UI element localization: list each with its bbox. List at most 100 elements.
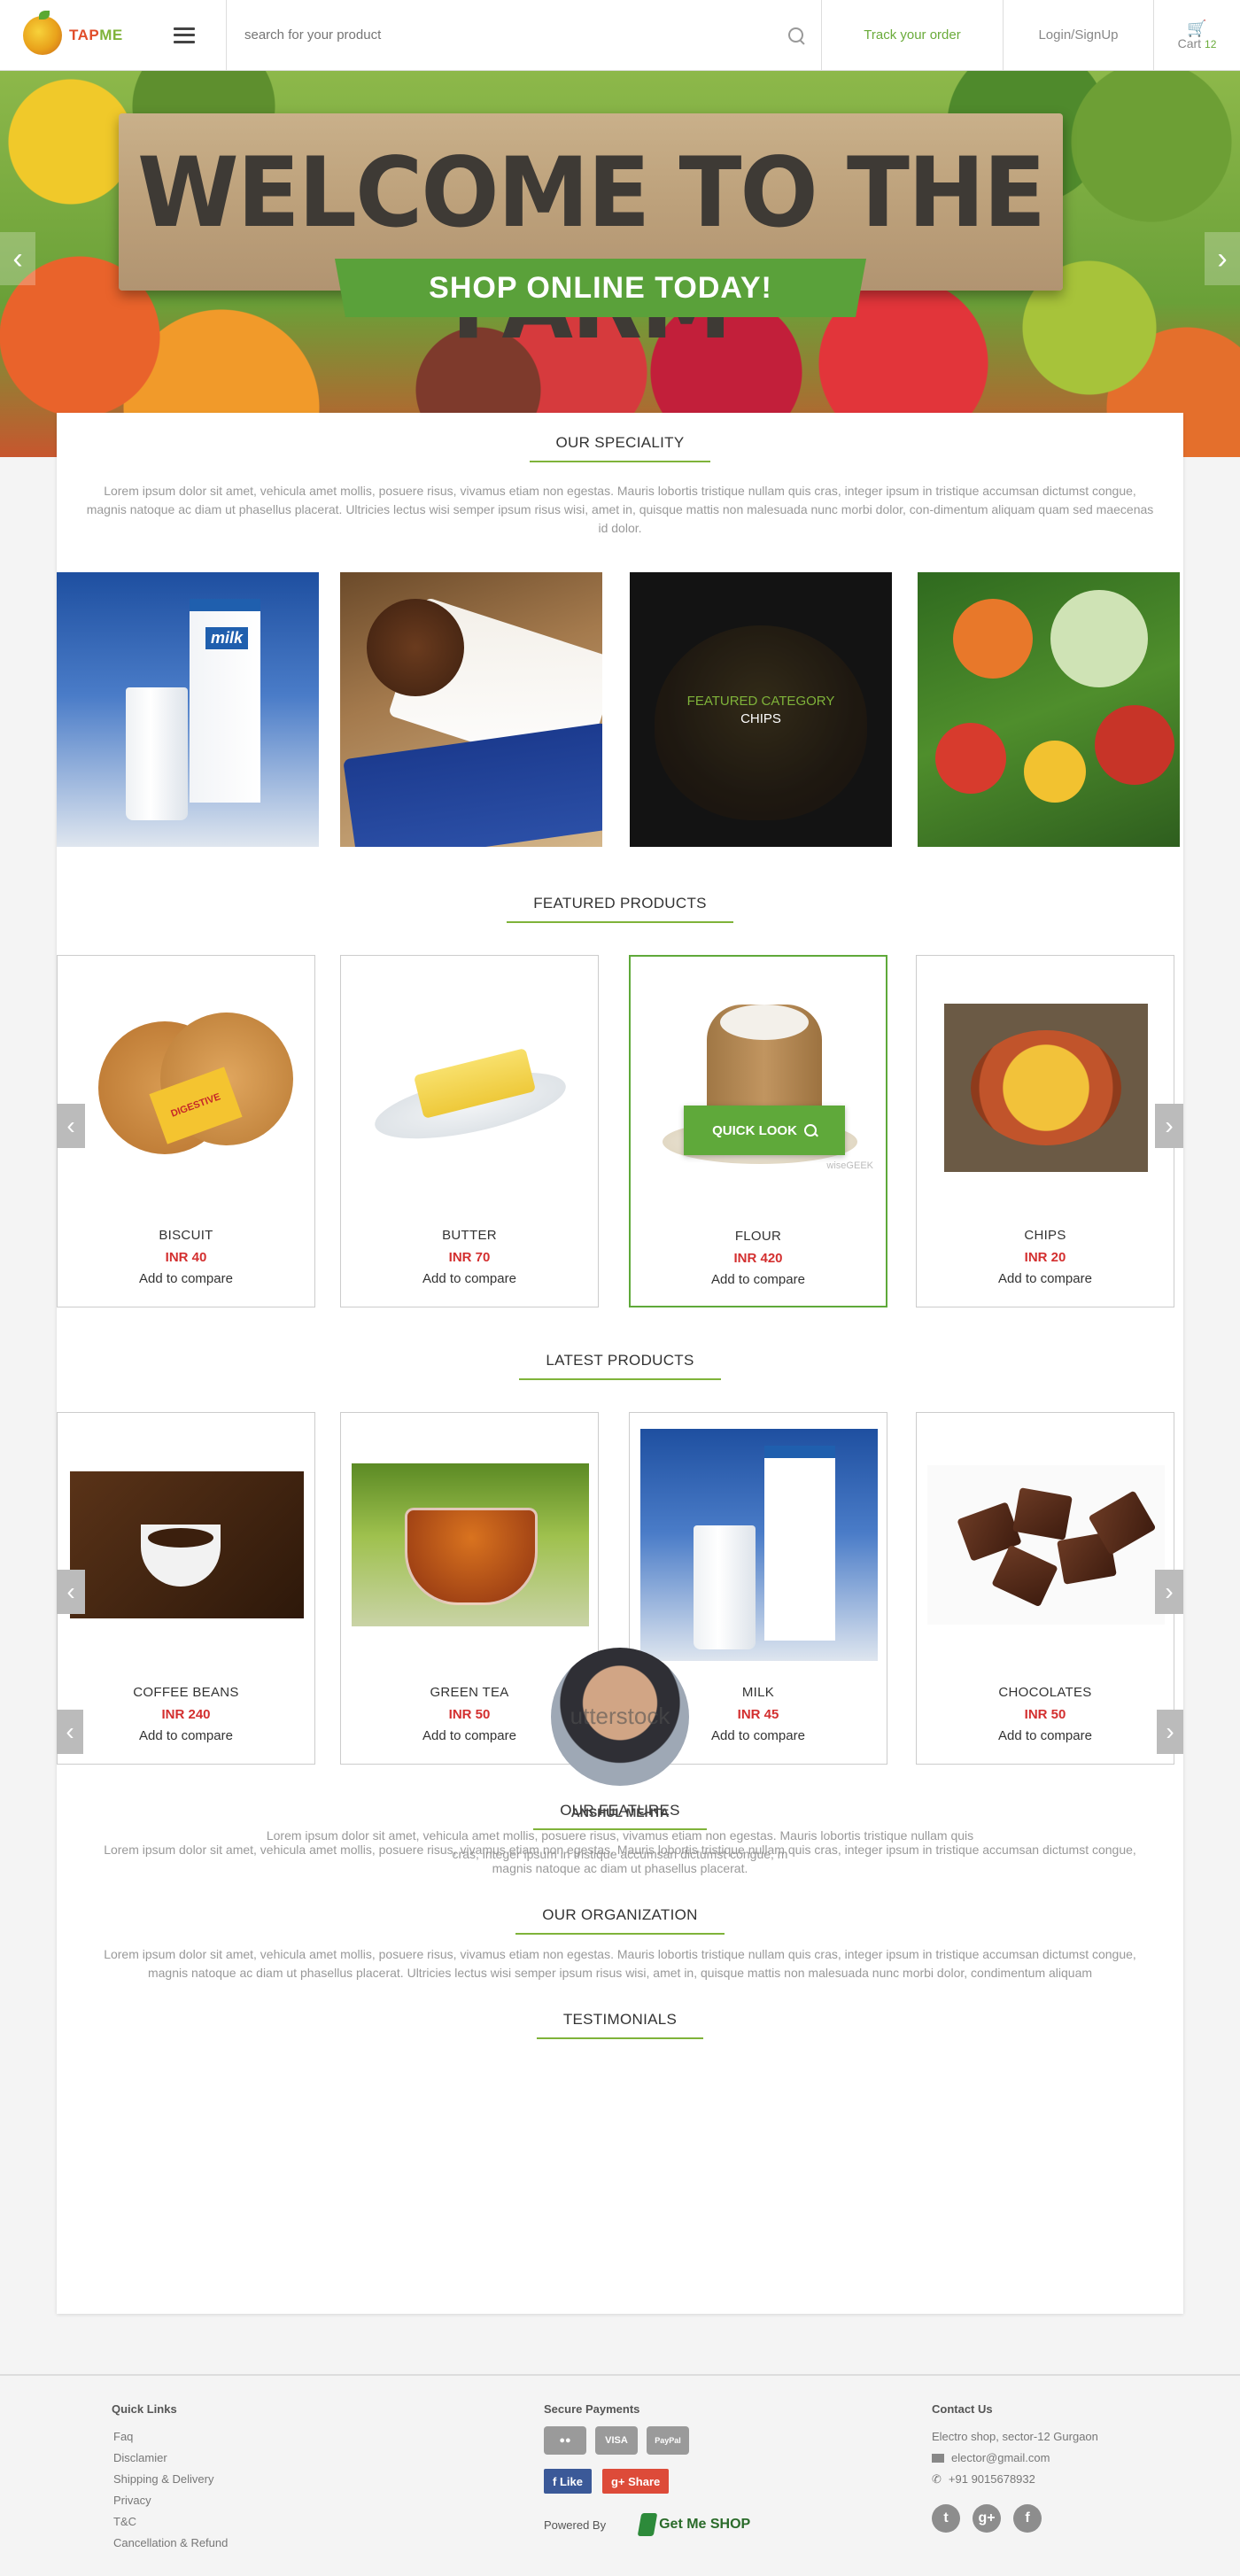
product-image <box>927 972 1165 1204</box>
main-content-panel: OUR SPECIALITY Lorem ipsum dolor sit ame… <box>57 413 1183 2314</box>
testimonials-title: TESTIMONIALS <box>536 2011 704 2039</box>
pepper-image <box>1024 741 1086 803</box>
digestives-pack-image <box>343 722 602 847</box>
milk-carton-image <box>190 599 260 803</box>
organization-title: OUR ORGANIZATION <box>515 1906 725 1935</box>
payment-icons: ●● VISA PayPal <box>544 2426 750 2455</box>
secure-payments-title: Secure Payments <box>544 2402 640 2416</box>
google-plus-icon[interactable]: g+ <box>973 2504 1001 2533</box>
featured-products-row: DIGESTIVE BISCUIT INR 40 Add to compare … <box>57 955 1183 1307</box>
hero-banner: WELCOME TO THE FARM SHOP ONLINE TODAY! ‹… <box>0 71 1240 457</box>
cart-button[interactable]: 🛒 Cart 12 <box>1154 0 1240 70</box>
product-card-coffee-beans[interactable]: COFFEE BEANS INR 240 Add to compare <box>57 1412 315 1765</box>
product-name: CHIPS <box>1024 1228 1066 1243</box>
add-to-compare-link[interactable]: Add to compare <box>58 1271 314 1286</box>
hero-shop-online-banner[interactable]: SHOP ONLINE TODAY! <box>335 259 866 317</box>
product-name: COFFEE BEANS <box>133 1685 239 1700</box>
pumpkin-image <box>953 599 1033 679</box>
hamburger-icon <box>173 27 195 43</box>
organization-heading: OUR ORGANIZATION <box>57 1906 1183 1935</box>
category-tile-biscuits[interactable] <box>340 572 602 847</box>
google-plus-share-label: Share <box>628 2474 661 2488</box>
cookie-image <box>367 599 464 696</box>
product-card-butter[interactable]: BUTTER INR 70 Add to compare <box>340 955 599 1307</box>
hero-title: WELCOME TO THE FARM <box>136 135 1046 360</box>
latest-prev-arrow[interactable]: ‹ <box>57 1570 85 1614</box>
product-image: DIGESTIVE <box>68 972 306 1204</box>
category-tile-vegetables[interactable] <box>918 572 1180 847</box>
add-to-compare-link[interactable]: Add to compare <box>58 1728 314 1743</box>
facebook-like-button[interactable]: f Like <box>544 2469 592 2494</box>
footer-link-shipping[interactable]: Shipping & Delivery <box>112 2469 228 2490</box>
featured-prev-arrow[interactable]: ‹ <box>57 1104 85 1148</box>
footer-link-privacy[interactable]: Privacy <box>112 2490 228 2511</box>
cart-label: Cart <box>1177 35 1202 50</box>
quick-links-column: Quick Links Faq Disclamier Shipping & De… <box>112 2402 228 2554</box>
cart-label-row: Cart 12 <box>1178 36 1217 50</box>
product-card-flour[interactable]: QUICK LOOK wiseGEEK FLOUR INR 420 Add to… <box>629 955 887 1307</box>
hero-next-arrow[interactable]: › <box>1205 232 1240 285</box>
contact-email-row: elector@gmail.com <box>932 2448 1098 2469</box>
product-card-chips[interactable]: CHIPS INR 20 Add to compare <box>916 955 1174 1307</box>
add-to-compare-link[interactable]: Add to compare <box>631 1272 886 1287</box>
mastercard-icon: ●● <box>544 2426 586 2455</box>
featured-category-label: FEATURED CATEGORY <box>686 693 835 709</box>
category-tile-chips[interactable]: FEATURED CATEGORY CHIPS <box>630 572 892 847</box>
cart-count-badge: 12 <box>1205 37 1217 50</box>
add-to-compare-link[interactable]: Add to compare <box>917 1271 1174 1286</box>
brand-logo[interactable]: TAPME <box>0 0 142 70</box>
shop-logo-icon <box>637 2513 658 2536</box>
speciality-text: Lorem ipsum dolor sit amet, vehicula ame… <box>86 484 1154 535</box>
login-signup-link[interactable]: Login/SignUp <box>1004 0 1154 70</box>
powered-by-label: Powered By <box>544 2518 607 2532</box>
category-tile-milk[interactable] <box>57 572 319 847</box>
search-icon[interactable] <box>787 27 805 44</box>
chips-image <box>944 1004 1148 1172</box>
footer-link-tc[interactable]: T&C <box>112 2511 228 2533</box>
footer-link-faq[interactable]: Faq <box>112 2426 228 2448</box>
product-image <box>352 1429 589 1661</box>
menu-button[interactable] <box>142 0 227 70</box>
footer-link-disclaimer[interactable]: Disclamier <box>112 2448 228 2469</box>
product-image <box>352 972 589 1204</box>
hero-prev-arrow[interactable]: ‹ <box>0 232 35 285</box>
product-name: BUTTER <box>442 1228 497 1243</box>
cabbage-image <box>1050 590 1148 687</box>
butter-image <box>369 1035 571 1152</box>
testimonial-name: ANSHUL MEHTA <box>570 1805 670 1819</box>
biscuit-image: DIGESTIVE <box>81 986 293 1190</box>
brand-name-main: TAP <box>69 26 100 43</box>
avatar-watermark: utterstock <box>570 1703 670 1729</box>
add-to-compare-link[interactable]: Add to compare <box>341 1271 598 1286</box>
product-price: INR 40 <box>165 1250 207 1265</box>
product-card-biscuit[interactable]: DIGESTIVE BISCUIT INR 40 Add to compare <box>57 955 315 1307</box>
contact-column: Contact Us Electro shop, sector-12 Gurga… <box>932 2402 1098 2533</box>
latest-title: LATEST PRODUCTS <box>519 1352 721 1380</box>
quick-look-button[interactable]: QUICK LOOK <box>684 1106 845 1155</box>
contact-title: Contact Us <box>932 2402 993 2416</box>
track-order-link[interactable]: Track your order <box>822 0 1004 70</box>
facebook-icon[interactable]: f <box>1013 2504 1042 2533</box>
google-plus-share-button[interactable]: g+ Share <box>601 2469 670 2494</box>
quick-look-label: QUICK LOOK <box>712 1122 797 1138</box>
footer-link-cancellation[interactable]: Cancellation & Refund <box>112 2533 228 2554</box>
testimonial-prev-arrow[interactable]: ‹ <box>57 1710 83 1754</box>
testimonial-next-arrow[interactable]: › <box>1157 1710 1183 1754</box>
twitter-icon[interactable]: t <box>932 2504 960 2533</box>
featured-category-name: CHIPS <box>740 710 781 726</box>
latest-next-arrow[interactable]: › <box>1155 1570 1183 1614</box>
contact-email[interactable]: elector@gmail.com <box>951 2448 1050 2469</box>
contact-address: Electro shop, sector-12 Gurgaon <box>932 2430 1098 2443</box>
shop-logo-text: Get Me SHOP <box>659 2517 751 2532</box>
site-footer: Quick Links Faq Disclamier Shipping & De… <box>0 2374 1240 2576</box>
testimonials-heading: TESTIMONIALS <box>57 2011 1183 2039</box>
search-input[interactable] <box>243 27 787 43</box>
featured-next-arrow[interactable]: › <box>1155 1104 1183 1148</box>
brand-name-accent: ME <box>99 26 123 43</box>
add-to-compare-link[interactable]: Add to compare <box>917 1728 1174 1743</box>
product-card-chocolates[interactable]: CHOCOLATES INR 50 Add to compare <box>916 1412 1174 1765</box>
product-price: INR 20 <box>1024 1250 1066 1265</box>
visa-icon: VISA <box>595 2426 638 2455</box>
product-name: FLOUR <box>734 1229 782 1244</box>
get-me-shop-logo[interactable]: Get Me SHOP <box>637 2513 751 2536</box>
